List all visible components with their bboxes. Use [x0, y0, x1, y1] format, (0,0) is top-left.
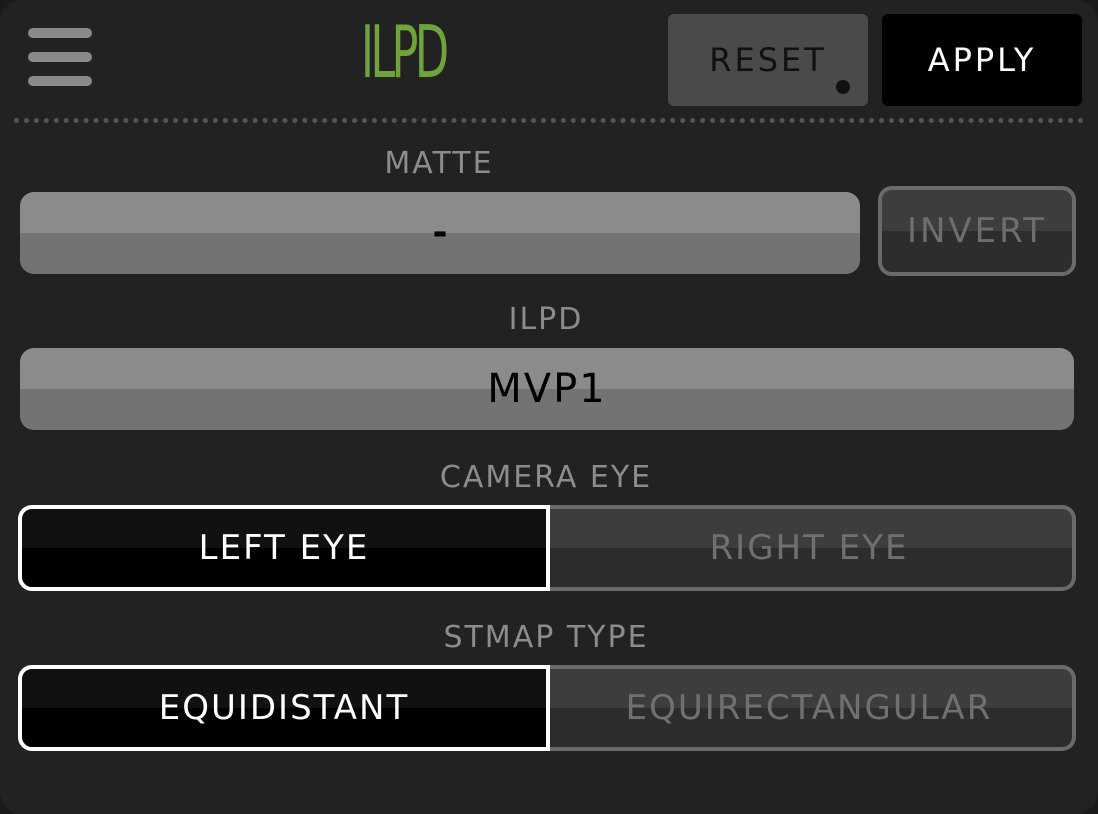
equidistant-label: EQUIDISTANT — [158, 688, 410, 728]
equirectangular-option[interactable]: EQUIRECTANGULAR — [546, 665, 1076, 751]
ilpd-dropdown[interactable]: MVP1 — [20, 348, 1074, 430]
apply-button-label: APPLY — [927, 41, 1037, 79]
right-eye-option[interactable]: RIGHT EYE — [546, 505, 1076, 591]
ilpd-value: MVP1 — [487, 366, 607, 412]
matte-value: - — [432, 212, 448, 253]
hamburger-menu-icon[interactable] — [28, 28, 92, 90]
header-divider — [14, 118, 1084, 123]
reset-button[interactable]: RESET — [668, 14, 868, 106]
matte-dropdown[interactable]: - — [20, 192, 860, 274]
camera-eye-label: CAMERA EYE — [439, 460, 653, 495]
apply-button[interactable]: APPLY — [882, 14, 1082, 106]
camera-eye-toggle: LEFT EYE RIGHT EYE — [18, 505, 1076, 591]
invert-button-label: INVERT — [906, 211, 1048, 251]
ilpd-panel: ILPD RESET APPLY MATTE - INVERT ILPD MVP… — [0, 0, 1098, 814]
matte-label: MATTE — [384, 146, 494, 181]
equidistant-option[interactable]: EQUIDISTANT — [18, 665, 550, 751]
left-eye-label: LEFT EYE — [198, 528, 370, 568]
app-title: ILPD — [360, 10, 449, 94]
ilpd-label: ILPD — [508, 302, 584, 337]
reset-button-label: RESET — [709, 41, 827, 79]
left-eye-option[interactable]: LEFT EYE — [18, 505, 550, 591]
invert-button[interactable]: INVERT — [878, 186, 1076, 276]
equirectangular-label: EQUIRECTANGULAR — [625, 688, 993, 728]
stmap-type-toggle: EQUIDISTANT EQUIRECTANGULAR — [18, 665, 1076, 751]
status-dot-icon — [836, 80, 850, 94]
right-eye-label: RIGHT EYE — [709, 528, 909, 568]
stmap-type-label: STMAP TYPE — [443, 620, 649, 655]
